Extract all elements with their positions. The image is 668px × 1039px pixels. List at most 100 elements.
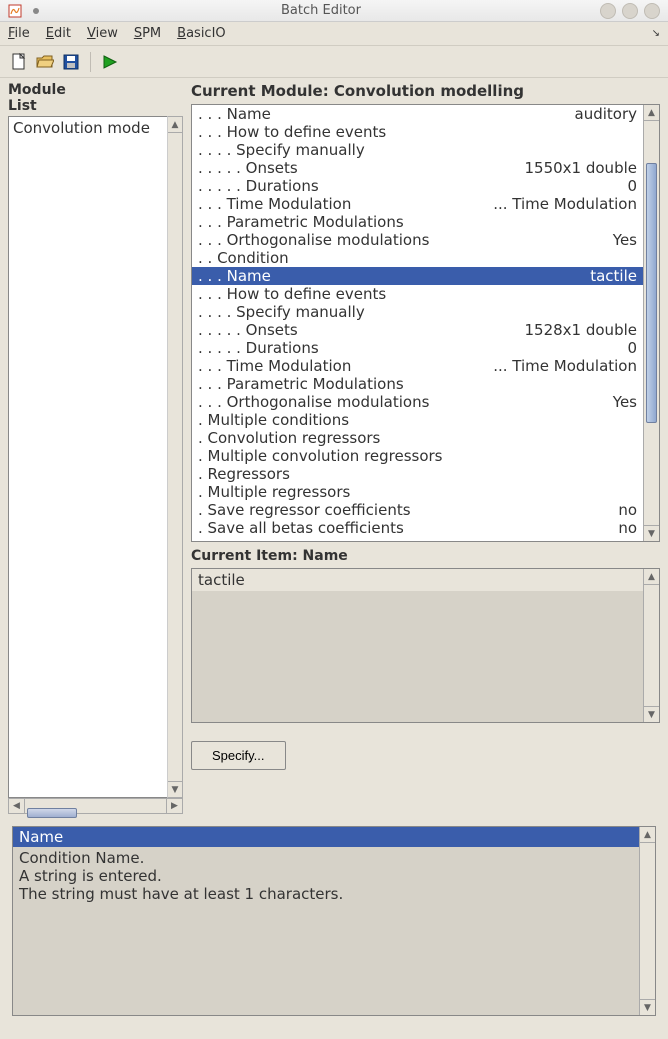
module-list-item[interactable]: Convolution mode (9, 117, 167, 139)
parameter-row[interactable]: . . . . . Onsets1550x1 double (192, 159, 643, 177)
parameter-value: ... Time Modulation (493, 195, 637, 213)
parameter-row[interactable]: . Save all betas coefficientsno (192, 519, 643, 537)
toolbar (0, 46, 668, 78)
open-file-button[interactable] (34, 51, 56, 73)
scroll-down-icon[interactable]: ▼ (168, 781, 182, 797)
parameter-row[interactable]: . . . . . Durations0 (192, 177, 643, 195)
scroll-up-icon[interactable]: ▲ (168, 117, 182, 133)
specify-button[interactable]: Specify... (191, 741, 286, 770)
parameter-box: . . . Nameauditory. . . How to define ev… (191, 104, 660, 542)
toolbar-separator (90, 52, 91, 72)
run-button[interactable] (99, 51, 121, 73)
scroll-right-icon[interactable]: ▶ (166, 799, 182, 813)
menu-spm[interactable]: SPM (134, 26, 161, 41)
parameter-row[interactable]: . . . Nameauditory (192, 105, 643, 123)
parameter-row[interactable]: . Convolution regressors (192, 429, 643, 447)
module-list-scrollbar-v[interactable]: ▲ ▼ (167, 116, 183, 798)
help-area: Name Condition Name. A string is entered… (12, 826, 656, 1016)
parameter-value: Yes (613, 231, 637, 249)
specify-row: Specify... (191, 741, 660, 770)
parameter-scrollbar-v[interactable]: ▲ ▼ (643, 105, 659, 541)
current-item-row[interactable]: tactile (192, 569, 643, 591)
parameter-row[interactable]: . . . How to define events (192, 285, 643, 303)
parameter-label: . . . Name (198, 267, 590, 285)
parameter-label: . . Condition (198, 249, 637, 267)
module-list-panel: ModuleList Convolution mode ▲ ▼ ◀ ▶ (8, 82, 183, 814)
parameter-label: . . . Name (198, 105, 575, 123)
minimize-button[interactable] (600, 3, 616, 19)
help-title: Name (13, 827, 639, 847)
parameter-row[interactable]: . Multiple regressors (192, 483, 643, 501)
scroll-up-icon[interactable]: ▲ (644, 105, 659, 121)
parameter-label: . Save all betas coefficients (198, 519, 618, 537)
scroll-up-icon[interactable]: ▲ (640, 827, 655, 843)
parameter-row[interactable]: . . . . . Onsets1528x1 double (192, 321, 643, 339)
parameter-value: tactile (590, 267, 637, 285)
scroll-up-icon[interactable]: ▲ (644, 569, 659, 585)
parameter-label: . Multiple conditions (198, 411, 637, 429)
parameter-value: Yes (613, 393, 637, 411)
parameter-value: no (618, 501, 637, 519)
scroll-down-icon[interactable]: ▼ (640, 999, 655, 1015)
parameter-label: . . . Parametric Modulations (198, 375, 637, 393)
parameter-row[interactable]: . . . How to define events (192, 123, 643, 141)
parameter-row[interactable]: . Regressors (192, 465, 643, 483)
scroll-down-icon[interactable]: ▼ (644, 706, 659, 722)
scroll-left-icon[interactable]: ◀ (9, 799, 25, 813)
parameter-value: 0 (627, 177, 637, 195)
parameter-row[interactable]: . . . . Specify manually (192, 303, 643, 321)
parameter-label: . . . . . Onsets (198, 159, 525, 177)
parameter-row[interactable]: . . . Orthogonalise modulationsYes (192, 393, 643, 411)
scroll-track[interactable] (168, 133, 182, 781)
item-scrollbar-v[interactable]: ▲ ▼ (643, 569, 659, 722)
new-file-button[interactable] (8, 51, 30, 73)
parameter-value: 1528x1 double (525, 321, 638, 339)
current-item-label: Current Item: Name (191, 548, 660, 564)
menu-edit[interactable]: Edit (46, 26, 71, 41)
parameter-row[interactable]: . . . Time Modulation... Time Modulation (192, 357, 643, 375)
parameter-label: . Save regressor coefficients (198, 501, 618, 519)
parameter-row[interactable]: . . . . Specify manually (192, 141, 643, 159)
menubar-expand-icon[interactable]: ↘ (652, 28, 660, 39)
current-module-header: Current Module: Convolution modelling (191, 82, 660, 100)
module-list[interactable]: Convolution mode (8, 116, 167, 798)
parameter-label: . . . How to define events (198, 123, 637, 141)
help-box: Name Condition Name. A string is entered… (12, 826, 656, 1016)
parameter-row[interactable]: . . Condition (192, 249, 643, 267)
parameter-label: . . . Time Modulation (198, 195, 493, 213)
parameter-row[interactable]: . . . Parametric Modulations (192, 375, 643, 393)
parameter-label: . . . Orthogonalise modulations (198, 393, 613, 411)
parameter-label: . . . Parametric Modulations (198, 213, 637, 231)
help-scrollbar-v[interactable]: ▲ ▼ (639, 827, 655, 1015)
maximize-button[interactable] (622, 3, 638, 19)
titlebar: Batch Editor (0, 0, 668, 22)
current-item-box: tactile ▲ ▼ (191, 568, 660, 723)
parameter-label: . . . . Specify manually (198, 303, 637, 321)
module-list-label: ModuleList (8, 82, 183, 114)
parameter-row[interactable]: . . . . . Durations0 (192, 339, 643, 357)
parameter-value: ... Time Modulation (493, 357, 637, 375)
parameter-label: . Convolution regressors (198, 429, 637, 447)
scroll-thumb[interactable] (646, 163, 657, 423)
parameter-row[interactable]: . Multiple convolution regressors (192, 447, 643, 465)
parameter-label: . . . Time Modulation (198, 357, 493, 375)
menu-file[interactable]: File (8, 26, 30, 41)
module-list-scrollbar-h[interactable]: ◀ ▶ (8, 798, 183, 814)
parameter-label: . . . . . Durations (198, 177, 627, 195)
main-content: ModuleList Convolution mode ▲ ▼ ◀ ▶ Curr… (0, 78, 668, 818)
parameter-row[interactable]: . Save regressor coefficientsno (192, 501, 643, 519)
parameter-row[interactable]: . . . Parametric Modulations (192, 213, 643, 231)
save-file-button[interactable] (60, 51, 82, 73)
parameter-row[interactable]: . . . Nametactile (192, 267, 643, 285)
parameter-row[interactable]: . . . Orthogonalise modulationsYes (192, 231, 643, 249)
parameter-list[interactable]: . . . Nameauditory. . . How to define ev… (192, 105, 643, 541)
scroll-thumb-h[interactable] (27, 808, 77, 818)
current-item-list[interactable]: tactile (192, 569, 643, 722)
parameter-row[interactable]: . Multiple conditions (192, 411, 643, 429)
scroll-down-icon[interactable]: ▼ (644, 525, 659, 541)
parameter-label: . . . Orthogonalise modulations (198, 231, 613, 249)
menu-view[interactable]: View (87, 26, 118, 41)
close-button[interactable] (644, 3, 660, 19)
parameter-row[interactable]: . . . Time Modulation... Time Modulation (192, 195, 643, 213)
menu-basicio[interactable]: BasicIO (177, 26, 226, 41)
